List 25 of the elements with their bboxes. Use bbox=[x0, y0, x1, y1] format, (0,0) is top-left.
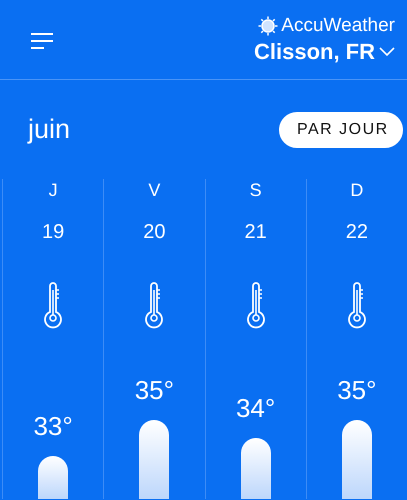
thermometer-icon bbox=[244, 282, 267, 330]
temperature-bar bbox=[38, 456, 68, 499]
chevron-down-icon bbox=[379, 46, 395, 56]
date-label: 22 bbox=[346, 220, 368, 244]
sun-icon bbox=[258, 16, 278, 36]
date-label: 19 bbox=[42, 220, 64, 244]
thermometer-icon bbox=[143, 282, 166, 330]
temperature-bar bbox=[240, 438, 271, 499]
temperature-label: 35° bbox=[337, 375, 377, 406]
menu-icon[interactable] bbox=[30, 32, 54, 50]
view-toggle[interactable]: PAR JOUR bbox=[277, 110, 405, 150]
weekday-label: D bbox=[350, 180, 364, 200]
weekday-label: J bbox=[48, 180, 58, 200]
date-label: 21 bbox=[244, 220, 267, 244]
thermometer-icon bbox=[42, 282, 64, 330]
thermometer-icon bbox=[346, 282, 368, 330]
month-label: juin bbox=[28, 114, 70, 145]
temperature-label: 34° bbox=[236, 393, 276, 424]
date-label: 20 bbox=[143, 220, 166, 244]
weekday-label: V bbox=[148, 180, 160, 200]
brand-name: AccuWeather bbox=[281, 14, 395, 36]
temperature-label: 35° bbox=[134, 375, 174, 406]
location-selector[interactable]: Clisson, FR bbox=[254, 38, 395, 64]
temperature-label: 33° bbox=[33, 411, 73, 442]
weekday-label: S bbox=[250, 180, 262, 200]
